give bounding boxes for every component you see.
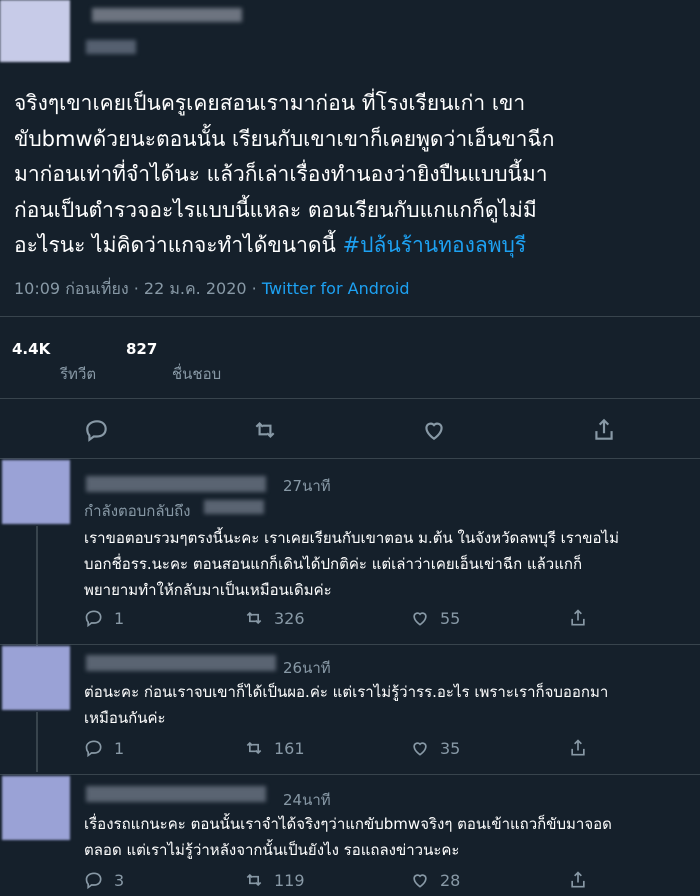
like-count: 55 [440,608,461,628]
reply-share-button[interactable] [568,738,588,758]
reply-reply-button[interactable]: 3 [84,870,124,890]
reply-text: ต่อนะคะ ก่อนเราจบเขาก็ได้เป็นผอ.ค่ะ แต่เ… [84,683,609,727]
avatar[interactable] [0,0,70,62]
thread-line [36,526,38,646]
reply-icon [85,610,102,628]
divider [0,774,700,775]
reply-display-name[interactable] [86,786,266,802]
share-icon [595,418,613,440]
reply-count: 3 [114,870,125,890]
divider [0,644,700,645]
reply-avatar[interactable] [2,776,70,840]
thread-line [36,712,38,772]
reply-button[interactable] [84,417,110,443]
like-count[interactable]: 827 [126,340,157,358]
reply-text: เรื่องรถแกนะคะ ตอนนั้นเราจำได้จริงๆว่าแก… [84,815,612,859]
retweet-button[interactable] [252,417,278,443]
retweet-icon [246,873,262,887]
like-count: 28 [440,870,461,890]
share-button[interactable] [591,417,617,443]
reply-retweet-button[interactable]: 161 [244,738,305,758]
heart-icon [425,422,443,440]
hashtag-link[interactable]: #ปล้นร้านทองลพบุรี [343,233,527,257]
like-button[interactable] [421,417,447,443]
retweet-count: 161 [274,738,305,758]
retweet-label[interactable]: รีทวีต [60,362,96,386]
retweet-icon [246,741,262,755]
replying-to-label: กำลังตอบกลับถึง [84,502,191,520]
share-icon [571,739,585,756]
reply-timestamp[interactable]: 26นาที [283,656,331,680]
heart-icon [413,612,427,626]
source-app-link[interactable]: Twitter for Android [262,279,410,298]
retweet-icon [255,421,275,439]
retweet-count[interactable]: 4.4K [12,340,50,358]
tweet-line: ขับbmwด้วยนะตอนนั้น เรียนกับเขาเขาก็เคยพ… [14,126,555,151]
reply-share-button[interactable] [568,608,588,628]
reply-retweet-button[interactable]: 326 [244,608,305,628]
heart-icon [413,874,427,888]
retweet-count: 326 [274,608,305,628]
divider [0,316,700,317]
display-name[interactable] [92,8,242,22]
reply-like-button[interactable]: 28 [410,870,460,890]
reply-timestamp[interactable]: 27นาที [283,474,331,498]
divider [0,398,700,399]
heart-icon [413,742,427,756]
like-label[interactable]: ชื่นชอบ [172,362,221,386]
reply-display-name[interactable] [86,655,276,671]
tweet-line: อะไรนะ ไม่คิดว่าแกจะทำได้ขนาดนี้ [14,233,343,257]
replying-to-handle[interactable] [204,500,264,514]
tweet-text: จริงๆเขาเคยเป็นครูเคยสอนเรามาก่อน ที่โรง… [14,86,690,264]
share-icon [571,609,585,626]
retweet-icon [246,611,262,625]
reply-count: 1 [114,738,125,758]
reply-share-button[interactable] [568,870,588,890]
reply-timestamp[interactable]: 24นาที [283,788,331,812]
reply-avatar[interactable] [2,646,70,710]
tweet-line: จริงๆเขาเคยเป็นครูเคยสอนเรามาก่อน ที่โรง… [14,91,526,115]
tweet-timestamp[interactable]: 10:09 ก่อนเที่ยง · 22 ม.ค. 2020 · [14,279,262,298]
user-handle[interactable] [86,40,136,54]
reply-count: 1 [114,608,125,628]
divider [0,458,700,459]
retweet-count: 119 [274,870,305,890]
like-count: 35 [440,738,461,758]
reply-reply-button[interactable]: 1 [84,738,124,758]
reply-like-button[interactable]: 35 [410,738,460,758]
reply-text: เราขอตอบรวมๆตรงนี้นะคะ เราเคยเรียนกับเขา… [84,529,619,599]
reply-display-name[interactable] [86,476,266,492]
tweet-line: มาก่อนเท่าที่จำได้นะ แล้วก็เล่าเรื่องทำน… [14,162,548,186]
reply-avatar[interactable] [2,460,70,524]
reply-icon [85,740,102,758]
reply-icon [86,420,107,442]
reply-like-button[interactable]: 55 [410,608,460,628]
reply-retweet-button[interactable]: 119 [244,870,305,890]
share-icon [571,871,585,888]
tweet-meta: 10:09 ก่อนเที่ยง · 22 ม.ค. 2020 · Twitte… [14,277,409,302]
reply-reply-button[interactable]: 1 [84,608,124,628]
tweet-line: ก่อนเป็นตำรวจอะไรแบบนี้แหละ ตอนเรียนกับแ… [14,197,537,222]
reply-icon [85,872,102,890]
